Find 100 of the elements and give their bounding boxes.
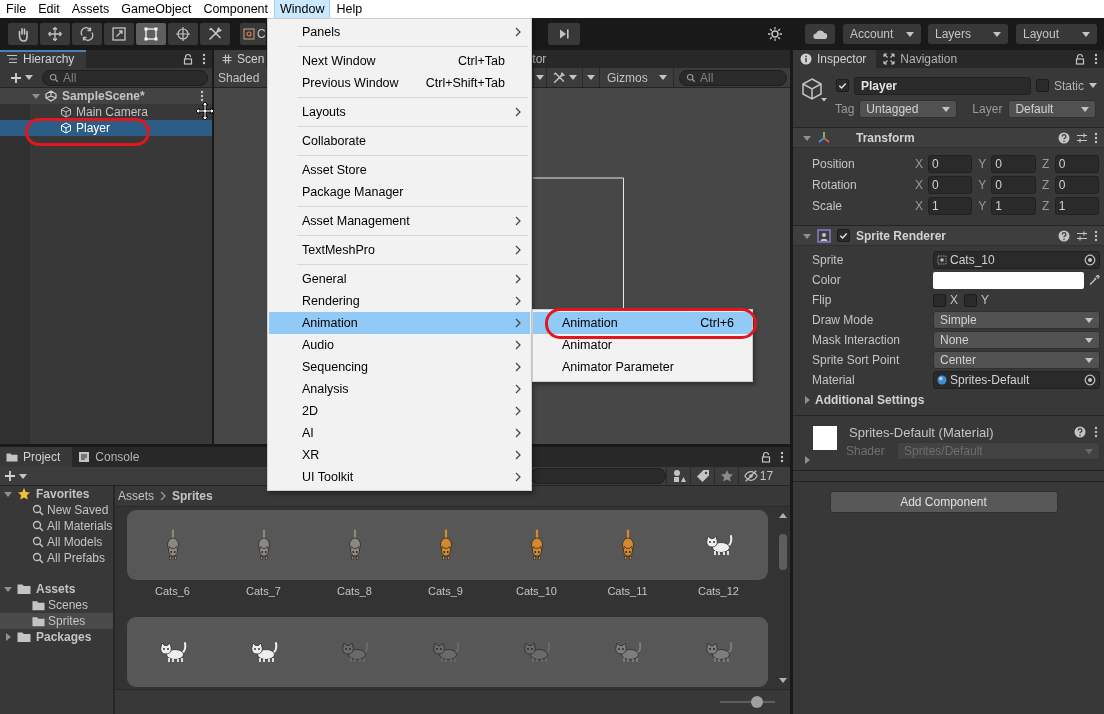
toolbar-dropdown[interactable]: Layout: [1016, 24, 1097, 44]
menu-item[interactable]: Next Window Ctrl+Tab: [269, 50, 530, 72]
tool-button[interactable]: [168, 23, 198, 45]
cat-icon[interactable]: [165, 529, 180, 561]
tree-item[interactable]: Packages: [0, 629, 113, 645]
tool-button[interactable]: [136, 23, 166, 45]
menu-bar-item[interactable]: Assets: [65, 0, 116, 18]
foldout-arrow-icon[interactable]: [4, 490, 12, 498]
menu-item[interactable]: Animation: [269, 312, 530, 334]
foldout-arrow-icon[interactable]: [803, 396, 811, 404]
dropdown[interactable]: None: [933, 331, 1100, 349]
target-icon[interactable]: [1084, 374, 1096, 386]
kebab-menu-icon[interactable]: [202, 53, 206, 65]
cat-icon[interactable]: [157, 641, 188, 663]
layer-dropdown[interactable]: Default: [1008, 100, 1097, 118]
sliders-icon[interactable]: [1076, 229, 1088, 242]
search-field[interactable]: [530, 468, 666, 484]
help-icon[interactable]: [1058, 229, 1070, 242]
component-header[interactable]: Transform: [793, 128, 1104, 148]
foldout-arrow-icon[interactable]: [803, 133, 811, 142]
cat-icon[interactable]: [256, 529, 271, 561]
scrollbar-thumb[interactable]: [779, 534, 787, 570]
menu-item[interactable]: Animation Ctrl+6: [533, 312, 752, 334]
panel-tab[interactable]: Hierarchy: [0, 50, 87, 68]
panel-tab[interactable]: Project: [0, 447, 73, 467]
tool-button[interactable]: [8, 23, 38, 45]
menu-item[interactable]: Package Manager: [269, 181, 530, 203]
menu-bar-item[interactable]: File: [0, 0, 33, 18]
checkbox[interactable]: [964, 293, 977, 307]
menu-bar-item[interactable]: Help: [330, 0, 369, 18]
menu-item[interactable]: UI Toolkit: [269, 466, 530, 488]
tree-item[interactable]: Scenes: [0, 597, 113, 613]
number-field[interactable]: 0: [991, 154, 1036, 173]
pivot-button[interactable]: C: [240, 23, 266, 45]
number-field[interactable]: 0: [928, 175, 973, 194]
hidden-packages-toggle[interactable]: 17: [738, 467, 778, 485]
number-field[interactable]: 0: [991, 175, 1036, 194]
static-dropdown[interactable]: Static: [1054, 78, 1100, 93]
panel-tab[interactable]: Inspector: [793, 50, 877, 68]
dropdown[interactable]: Simple: [933, 311, 1100, 329]
checkbox[interactable]: [836, 79, 849, 92]
options-dropdown[interactable]: [582, 68, 600, 87]
foldout-arrow-icon[interactable]: [4, 585, 12, 593]
cube-icon[interactable]: [800, 77, 828, 103]
search-field[interactable]: All: [42, 69, 208, 86]
cat-icon[interactable]: [620, 529, 635, 561]
number-field[interactable]: 1: [928, 196, 973, 215]
name-field[interactable]: Player: [854, 76, 1031, 95]
tree-item[interactable]: SampleScene*: [0, 88, 212, 104]
foldout-arrow-icon[interactable]: [32, 92, 40, 100]
foldout-arrow-icon[interactable]: [803, 456, 811, 464]
foldout[interactable]: Additional Settings: [803, 390, 1100, 410]
cat-icon[interactable]: [529, 529, 544, 561]
component-header[interactable]: Sprite Renderer: [793, 226, 1104, 246]
menu-item[interactable]: Collaborate: [269, 130, 530, 152]
scroll-down-arrow-icon[interactable]: [779, 678, 787, 683]
lock-icon[interactable]: [1074, 53, 1086, 65]
menu-item[interactable]: Analysis: [269, 378, 530, 400]
menu-item[interactable]: Previous Window Ctrl+Shift+Tab: [269, 72, 530, 94]
breadcrumb-link[interactable]: Sprites: [172, 489, 213, 503]
menu-item[interactable]: TextMeshPro: [269, 239, 530, 261]
tool-button[interactable]: [104, 23, 134, 45]
add-component-button[interactable]: Add Component: [829, 491, 1058, 513]
menu-item[interactable]: Audio: [269, 334, 530, 356]
kebab-menu-icon[interactable]: [1094, 131, 1098, 144]
menu-bar-item[interactable]: Window: [274, 0, 331, 18]
lock-icon[interactable]: [182, 53, 194, 65]
cat-icon[interactable]: [248, 641, 279, 663]
sliders-icon[interactable]: [1076, 131, 1088, 144]
cat-icon[interactable]: [438, 529, 453, 561]
menu-item[interactable]: XR: [269, 444, 530, 466]
scroll-up-arrow-icon[interactable]: [779, 513, 787, 518]
menu-item[interactable]: Layouts: [269, 101, 530, 123]
color-field[interactable]: [933, 271, 1084, 289]
eyedropper-icon[interactable]: [1088, 274, 1100, 286]
target-icon[interactable]: [1084, 254, 1096, 266]
menu-item[interactable]: AI: [269, 422, 530, 444]
tree-item[interactable]: All Materials: [0, 518, 113, 534]
checkbox[interactable]: [837, 229, 850, 242]
menu-item[interactable]: Panels: [269, 21, 530, 43]
tree-item[interactable]: New Saved: [0, 502, 113, 518]
foldout-arrow-icon[interactable]: [4, 633, 12, 641]
help-icon[interactable]: [1074, 426, 1086, 438]
tag-dropdown[interactable]: Untagged: [859, 100, 958, 118]
cloud-button[interactable]: [805, 24, 835, 44]
menu-item[interactable]: 2D: [269, 400, 530, 422]
slider-thumb[interactable]: [751, 696, 764, 708]
tree-item[interactable]: Favorites: [0, 486, 113, 502]
help-icon[interactable]: [1058, 131, 1070, 144]
tree-item[interactable]: All Models: [0, 534, 113, 550]
menu-bar-item[interactable]: Edit: [32, 0, 66, 18]
kebab-menu-icon[interactable]: [1094, 426, 1098, 438]
kebab-menu-icon[interactable]: [200, 90, 204, 102]
tool-button[interactable]: [200, 23, 230, 45]
search-field[interactable]: All: [679, 69, 787, 86]
checkbox[interactable]: [933, 293, 946, 307]
menu-item[interactable]: Asset Store: [269, 159, 530, 181]
gizmos-dropdown[interactable]: Gizmos: [604, 68, 674, 87]
menu-item[interactable]: Rendering: [269, 290, 530, 312]
view-options-button[interactable]: [533, 68, 546, 87]
